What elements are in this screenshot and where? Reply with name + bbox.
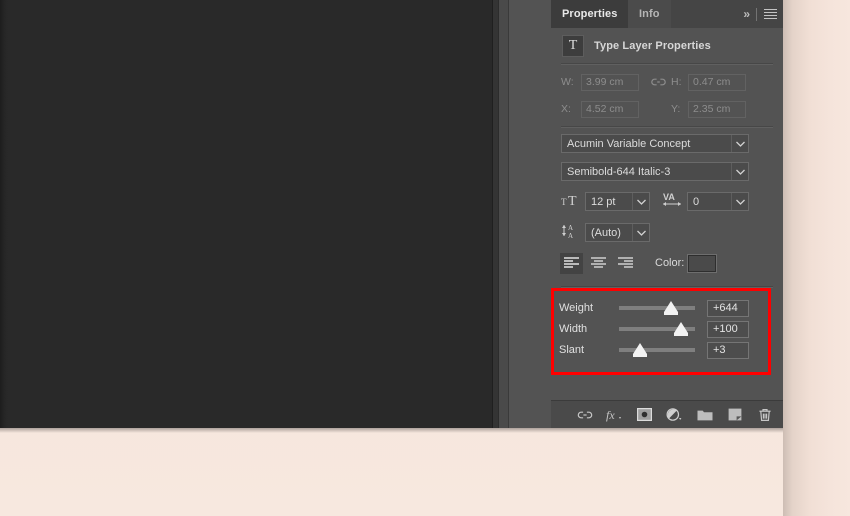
slider-row-slant: Slant +3 bbox=[554, 340, 768, 361]
slider-row-width: Width +100 bbox=[554, 319, 768, 340]
panel-gutter-inner bbox=[508, 0, 551, 428]
geometry-row-wh: W: 3.99 cm H: 0.47 cm bbox=[551, 72, 783, 92]
screenshot-root: Properties Info » T Type Layer Propertie… bbox=[0, 0, 850, 516]
new-fill-adjustment-layer-icon[interactable] bbox=[666, 406, 683, 423]
font-size-icon: T T bbox=[561, 191, 581, 207]
link-layers-icon[interactable] bbox=[576, 406, 593, 423]
panel-title-row: T Type Layer Properties bbox=[551, 28, 783, 63]
geometry-row-xy: X: 4.52 cm Y: 2.35 cm bbox=[551, 99, 783, 119]
width-slider-thumb[interactable] bbox=[674, 322, 688, 333]
weight-slider-label: Weight bbox=[559, 302, 594, 314]
document-canvas[interactable] bbox=[0, 0, 498, 428]
chevron-down-icon[interactable] bbox=[731, 135, 748, 152]
slider-row-weight: Weight +644 bbox=[554, 298, 768, 319]
divider-under-title bbox=[561, 63, 773, 65]
weight-value-field[interactable]: +644 bbox=[707, 300, 749, 317]
font-family-value: Acumin Variable Concept bbox=[567, 137, 691, 150]
width-label: W: bbox=[561, 76, 574, 88]
svg-text:T: T bbox=[568, 194, 577, 207]
svg-text:fx: fx bbox=[606, 408, 615, 422]
width-slider-label: Width bbox=[559, 323, 588, 335]
chevron-down-icon[interactable] bbox=[632, 224, 649, 241]
font-size-select[interactable]: 12 pt bbox=[585, 192, 650, 211]
canvas-left-shadow bbox=[0, 0, 8, 428]
tracking-value: 0 bbox=[693, 195, 700, 208]
panel-tab-controls: » bbox=[743, 0, 777, 28]
application-window: Properties Info » T Type Layer Propertie… bbox=[0, 0, 783, 433]
panel-footer-toolbar: fx bbox=[551, 400, 783, 428]
collapse-panel-icon[interactable]: » bbox=[743, 8, 750, 20]
tracking-icon: VA bbox=[662, 191, 684, 208]
type-layer-icon-glyph: T bbox=[568, 37, 578, 53]
tracking-select[interactable]: 0 bbox=[687, 192, 749, 211]
slant-value-field[interactable]: +3 bbox=[707, 342, 749, 359]
leading-icon: A A bbox=[561, 222, 581, 239]
font-size-value: 12 pt bbox=[591, 195, 616, 208]
font-style-select[interactable]: Semibold-644 Italic-3 bbox=[561, 162, 749, 181]
delete-layer-icon[interactable] bbox=[756, 406, 773, 423]
width-field[interactable]: 3.99 cm bbox=[581, 73, 639, 91]
chevron-down-icon[interactable] bbox=[731, 193, 748, 210]
new-group-icon[interactable] bbox=[696, 406, 713, 423]
add-layer-mask-icon[interactable] bbox=[636, 406, 653, 423]
tab-info[interactable]: Info bbox=[628, 0, 671, 28]
type-layer-icon: T bbox=[562, 34, 584, 57]
divider-under-geometry bbox=[561, 126, 773, 128]
slant-slider-track[interactable] bbox=[619, 348, 695, 352]
weight-slider-thumb-base bbox=[664, 312, 678, 315]
x-position-label: X: bbox=[561, 103, 571, 115]
chevron-down-icon[interactable] bbox=[632, 193, 649, 210]
align-left-button[interactable] bbox=[560, 253, 583, 274]
panel-menu-icon[interactable] bbox=[764, 8, 777, 20]
tab-properties[interactable]: Properties bbox=[551, 0, 629, 28]
panel-title: Type Layer Properties bbox=[594, 39, 711, 52]
align-right-button[interactable] bbox=[614, 253, 637, 274]
chevron-down-icon[interactable] bbox=[731, 163, 748, 180]
color-label: Color: bbox=[655, 257, 685, 269]
y-position-label: Y: bbox=[671, 103, 681, 115]
font-family-select[interactable]: Acumin Variable Concept bbox=[561, 134, 749, 153]
leading-value: (Auto) bbox=[591, 226, 621, 239]
svg-text:T: T bbox=[561, 197, 567, 207]
link-chain-icon[interactable] bbox=[647, 77, 669, 87]
slant-slider-label: Slant bbox=[559, 344, 585, 356]
variable-font-sliders-group: Weight +644 Width +100 Slant +3 bbox=[551, 288, 771, 375]
height-field[interactable]: 0.47 cm bbox=[688, 73, 746, 91]
y-position-field[interactable]: 2.35 cm bbox=[688, 100, 746, 118]
width-slider-thumb-base bbox=[674, 333, 688, 336]
text-color-swatch[interactable] bbox=[687, 254, 717, 273]
svg-text:A: A bbox=[568, 232, 573, 239]
desktop-right-gradient bbox=[783, 0, 850, 516]
width-value-field[interactable]: +100 bbox=[707, 321, 749, 338]
slant-slider-thumb[interactable] bbox=[633, 343, 647, 354]
height-label: H: bbox=[671, 76, 682, 88]
svg-text:VA: VA bbox=[663, 192, 675, 202]
panel-tab-bar: Properties Info » bbox=[551, 0, 783, 28]
slant-slider-thumb-base bbox=[633, 354, 647, 357]
leading-select[interactable]: (Auto) bbox=[585, 223, 650, 242]
weight-slider-thumb[interactable] bbox=[664, 301, 678, 312]
tab-separator bbox=[756, 7, 757, 21]
x-position-field[interactable]: 4.52 cm bbox=[581, 100, 639, 118]
tab-properties-label: Properties bbox=[562, 8, 618, 20]
font-style-value: Semibold-644 Italic-3 bbox=[567, 165, 671, 178]
window-drop-shadow bbox=[0, 428, 783, 433]
align-center-button[interactable] bbox=[587, 253, 610, 274]
fx-layer-style-icon[interactable]: fx bbox=[606, 406, 623, 423]
svg-text:A: A bbox=[568, 224, 573, 232]
weight-slider-track[interactable] bbox=[619, 306, 695, 310]
new-layer-icon[interactable] bbox=[726, 406, 743, 423]
tab-info-label: Info bbox=[639, 8, 660, 20]
